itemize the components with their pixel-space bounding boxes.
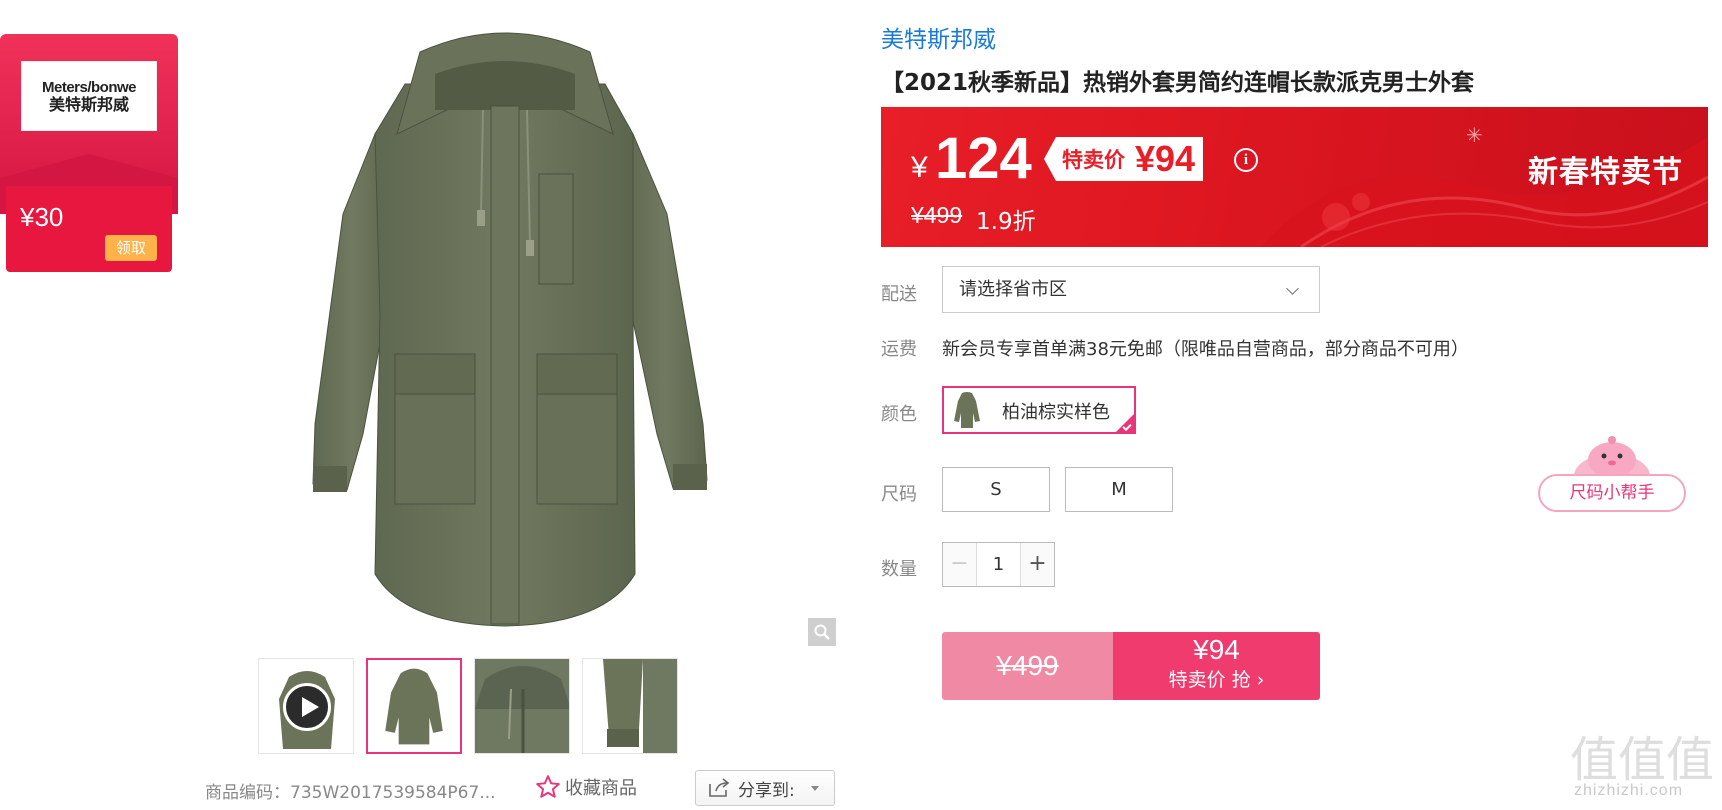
price-banner: ✳ ¥ 124 特卖价 ¥94 i ¥499 1.9折 新春特卖节 — [881, 107, 1708, 247]
festival-label: 新春特卖节 — [1528, 155, 1683, 190]
color-option-selected[interactable]: 柏油棕实样色 — [942, 386, 1136, 434]
zoom-button[interactable] — [808, 618, 836, 646]
buy-action-label: 特卖价 抢 › — [1168, 669, 1265, 691]
quantity-label: 数量 — [881, 559, 917, 580]
thumbnail-front[interactable] — [366, 658, 462, 754]
size-helper[interactable]: 尺码小帮手 — [1538, 432, 1686, 516]
coat-illustration — [312, 32, 708, 627]
shipping-label: 运费 — [881, 339, 917, 360]
quantity-stepper: − 1 + — [942, 542, 1055, 587]
chevron-down-icon — [1286, 282, 1299, 295]
info-icon[interactable]: i — [1234, 148, 1258, 172]
buy-special-price: ¥94 — [1193, 634, 1240, 665]
main-product-image[interactable] — [255, 14, 840, 654]
watermark-glyphs: 值值值 — [1570, 732, 1714, 784]
size-option-m[interactable]: M — [1065, 467, 1173, 512]
thumbnail-hood-detail[interactable] — [474, 658, 570, 754]
delivery-label: 配送 — [881, 284, 917, 305]
brand-logo-en: Meters/bonwe — [41, 78, 137, 96]
brand-logo[interactable]: Meters/bonwe 美特斯邦威 — [21, 61, 157, 131]
watermark-text: zhizhizhi.com — [1574, 782, 1684, 799]
coupon-amount: ¥30 — [20, 202, 64, 232]
current-price: 124 — [935, 126, 1032, 191]
buy-button[interactable]: ¥499 ¥94 特卖价 抢 › — [942, 632, 1320, 700]
region-select[interactable]: 请选择省市区 — [942, 266, 1320, 313]
region-select-placeholder: 请选择省市区 — [959, 279, 1067, 300]
thumbnail-image — [583, 659, 677, 753]
special-price-value: ¥94 — [1135, 138, 1196, 179]
thumbnail-image — [475, 659, 569, 753]
share-icon — [709, 778, 730, 797]
sparkle-icon: ✳ — [1466, 123, 1483, 147]
watermark-logo: 值值值 — [1570, 732, 1714, 788]
coupon-bottom: ¥30 领取 — [6, 186, 172, 272]
magnifier-icon — [814, 624, 830, 640]
quantity-decrease-button[interactable]: − — [943, 543, 977, 586]
original-price: ¥499 — [911, 202, 963, 228]
share-button[interactable]: 分享到: — [695, 770, 835, 806]
quantity-increase-button[interactable]: + — [1020, 543, 1054, 586]
thumbnail-strip — [258, 658, 678, 754]
price-currency: ¥ — [911, 151, 928, 184]
brand-logo-cn: 美特斯邦威 — [48, 94, 129, 114]
play-icon[interactable] — [283, 683, 331, 731]
buy-special: ¥94 特卖价 抢 › — [1113, 632, 1320, 700]
favorite-button[interactable]: 收藏商品 — [535, 774, 637, 800]
size-label: 尺码 — [881, 484, 917, 505]
caret-down-icon — [810, 785, 819, 791]
quantity-input[interactable]: 1 — [977, 543, 1020, 586]
product-code: 商品编码：735W2017539584P67... — [205, 783, 496, 803]
thumbnail-image — [385, 668, 443, 745]
shipping-text: 新会员专享首单满38元免邮（限唯品自营商品，部分商品不可用） — [942, 339, 1469, 360]
buy-original-price: ¥499 — [942, 632, 1113, 700]
favorite-label: 收藏商品 — [565, 778, 637, 799]
share-label: 分享到: — [738, 780, 795, 801]
color-swatch-image — [954, 392, 980, 428]
brand-link[interactable]: 美特斯邦威 — [881, 20, 996, 54]
site-watermark: 值值值 zhizhizhi.com — [1570, 728, 1720, 808]
product-title: 【2021秋季新品】热销外套男简约连帽长款派克男士外套 — [881, 70, 1475, 96]
coupon-claim-button[interactable]: 领取 — [105, 235, 157, 261]
special-price-label: 特卖价 — [1062, 148, 1125, 172]
size-helper-label: 尺码小帮手 — [1538, 474, 1686, 512]
color-option-label: 柏油棕实样色 — [1002, 402, 1110, 423]
color-label: 颜色 — [881, 404, 917, 425]
thumbnail-cuff-detail[interactable] — [582, 658, 678, 754]
special-price-tag: 特卖价 ¥94 — [1044, 137, 1204, 181]
size-option-s[interactable]: S — [942, 467, 1050, 512]
discount-label: 1.9折 — [976, 209, 1036, 235]
thumbnail-video[interactable] — [258, 658, 354, 754]
star-icon — [536, 775, 560, 798]
